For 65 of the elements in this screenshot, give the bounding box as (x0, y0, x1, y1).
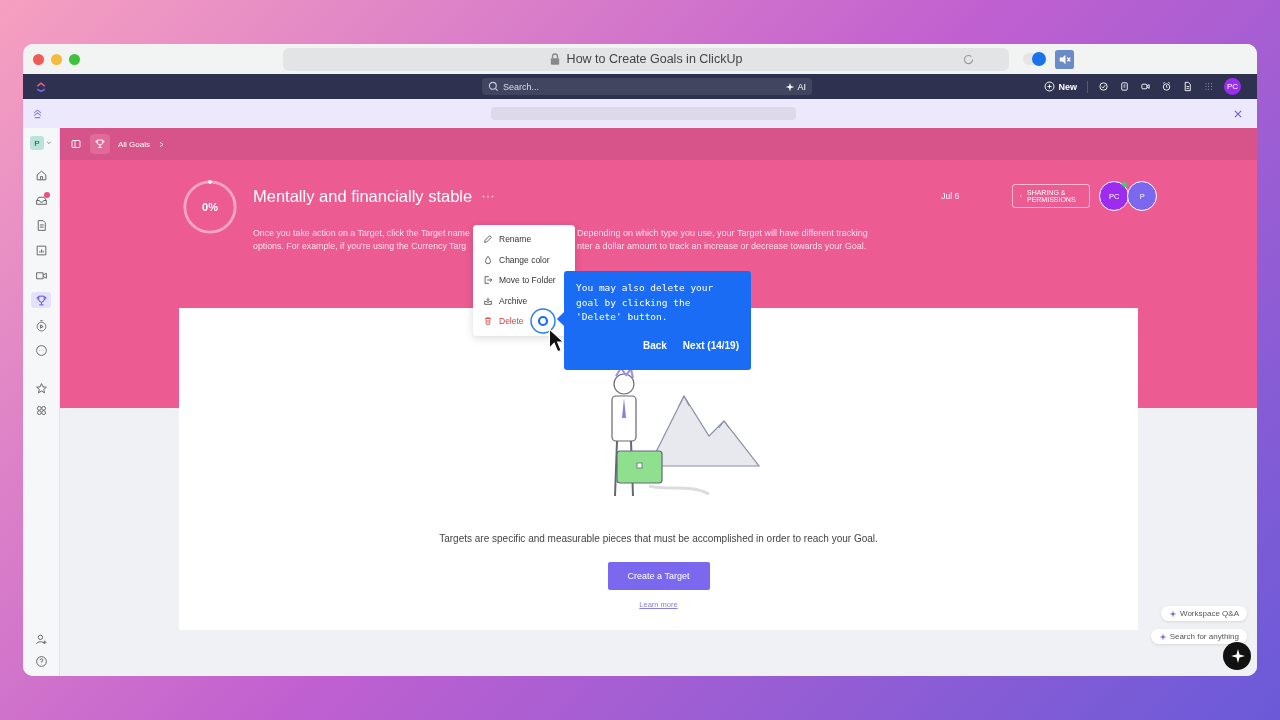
empty-state-message: Targets are specific and measurable pieces that must be accomplished in order to reach your Goal. (439, 533, 878, 544)
create-target-button[interactable]: Create a Target (607, 562, 710, 590)
move-icon (483, 275, 493, 286)
add-user-icon[interactable] (34, 633, 48, 646)
ai-suggestion-chip[interactable]: Search for anything (1150, 629, 1247, 644)
more-icon (34, 343, 48, 357)
delete-icon (483, 316, 493, 327)
progress-percent: 0% (201, 200, 219, 215)
plus-circle-icon (1044, 81, 1056, 92)
apps-icon[interactable] (34, 404, 48, 417)
next-button[interactable]: Next (14/19) (682, 339, 739, 351)
muted-speaker-icon[interactable] (1055, 49, 1074, 69)
sidebar-toggle-icon[interactable] (70, 138, 82, 150)
description-text: Depending on which type you use, your Target will have different tracking (577, 227, 868, 240)
chevron-down-icon[interactable] (46, 140, 52, 146)
rename-icon (483, 234, 493, 245)
lock-icon (549, 53, 560, 65)
new-button[interactable]: New (1044, 81, 1077, 92)
tooltip-text: You may also delete your goal by clicking the 'Delete' button. (576, 281, 715, 324)
video-icon[interactable] (1140, 81, 1151, 92)
ai-suggestion-chip[interactable]: Workspace Q&A (1161, 606, 1247, 621)
page-title: How to Create Goals in ClickUp (566, 52, 743, 66)
search-icon (488, 81, 499, 92)
description-text: options. For example, if you're using the Currency Targ (253, 240, 468, 253)
chevron-right-icon (158, 140, 165, 148)
ai-button[interactable]: AI (785, 81, 806, 92)
address-bar[interactable]: How to Create Goals in ClickUp (283, 47, 1009, 71)
user-avatar[interactable]: PC (1224, 78, 1241, 95)
color-icon (483, 254, 493, 265)
alarm-clock-icon[interactable] (1161, 81, 1172, 92)
archive-icon (483, 295, 493, 306)
workspace-avatar[interactable]: P (30, 136, 44, 150)
upgrade-icon (32, 108, 43, 119)
sparkle-icon (1169, 609, 1177, 618)
logo-icon[interactable] (35, 80, 47, 93)
back-button[interactable]: Back (642, 339, 667, 351)
reload-icon[interactable] (962, 52, 975, 66)
close-window-button[interactable] (33, 53, 44, 65)
home-icon (34, 168, 48, 182)
goal-due-date[interactable]: Jul 6 (941, 191, 960, 201)
star-icon[interactable] (34, 382, 48, 395)
document-icon[interactable] (1182, 81, 1193, 92)
maximize-window-button[interactable] (69, 53, 80, 65)
description-text: Once you take action on a Target, click the Target name (253, 227, 471, 240)
menu-item[interactable]: Change color (473, 249, 575, 270)
help-icon[interactable] (34, 655, 48, 668)
menu-item[interactable]: Move to Folder (473, 270, 575, 291)
search-field[interactable]: Search... AI (482, 78, 812, 95)
clipboard-icon[interactable] (1119, 81, 1130, 92)
autoplay-toggle[interactable] (1023, 53, 1045, 65)
menu-item[interactable]: Rename (473, 229, 575, 250)
timer-icon (34, 318, 48, 332)
check-circle-icon[interactable] (1098, 81, 1109, 92)
sparkle-icon (785, 81, 796, 92)
close-icon[interactable] (1233, 108, 1243, 119)
goal-title[interactable]: Mentally and financially stable (253, 186, 473, 206)
dashboard-icon (34, 243, 48, 257)
ai-sparkle-button[interactable] (1223, 642, 1251, 670)
breadcrumb-link[interactable]: All Goals (118, 139, 150, 149)
trophy-icon[interactable] (90, 134, 110, 154)
sidebar-item[interactable] (31, 292, 51, 308)
description-text: nter a dollar amount to track an increase or decrease towards your Goal. (577, 240, 867, 253)
more-options-icon[interactable] (482, 193, 495, 199)
trophy-icon (34, 293, 48, 307)
sparkle-icon (1158, 632, 1167, 641)
